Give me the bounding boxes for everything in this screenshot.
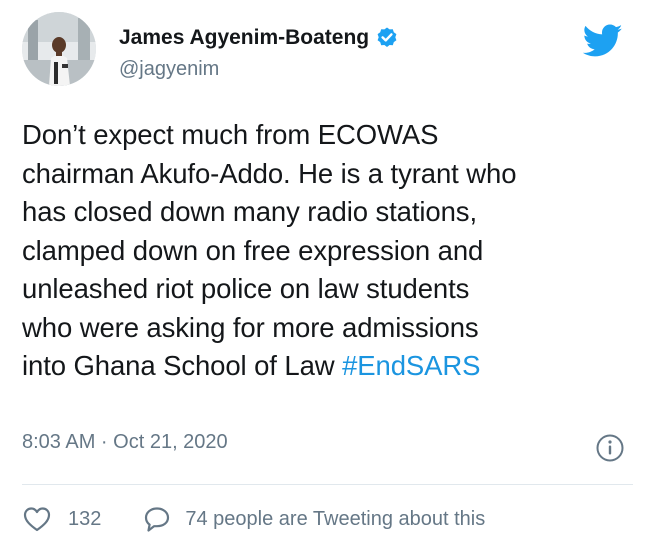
like-count[interactable]: 132 <box>68 508 101 531</box>
tweet-text-line: who were asking for more admissions <box>22 311 479 343</box>
author-handle[interactable]: @jagyenim <box>119 58 219 81</box>
tweet-text-last-line: into Ghana School of Law #EndSARS <box>22 347 632 386</box>
tweet-text-line: into Ghana School of Law <box>22 350 343 381</box>
tweet-text-line: chairman Akufo-Addo. He is a tyrant who <box>22 157 517 189</box>
tweet-text-line: clamped down on free expression and <box>22 234 484 266</box>
heart-icon[interactable] <box>22 505 52 533</box>
info-icon[interactable] <box>595 433 625 463</box>
tweet-card: James Agyenim-Boateng @jagyenim Don’t ex… <box>0 0 655 560</box>
author-name-row[interactable]: James Agyenim-Boateng <box>119 26 399 50</box>
tweet-text-line: unleashed riot police on law students <box>22 273 470 304</box>
divider <box>22 484 633 485</box>
tweet-text-line: has closed down many radio stations, <box>22 196 477 227</box>
avatar[interactable] <box>22 12 96 86</box>
action-bar: 132 74 people are Tweeting about this <box>22 504 485 534</box>
verified-badge-icon <box>377 27 397 47</box>
tweet-timestamp[interactable]: 8:03 AM · Oct 21, 2020 <box>22 431 228 454</box>
tweet-text-line: Don’t expect much from ECOWAS <box>22 119 439 150</box>
hashtag-link[interactable]: #EndSARS <box>342 350 480 381</box>
avatar-image <box>22 12 96 86</box>
conversation-link[interactable]: 74 people are Tweeting about this <box>185 508 485 531</box>
twitter-bird-icon[interactable] <box>583 24 623 58</box>
speech-bubble-icon[interactable] <box>143 505 171 533</box>
author-name[interactable]: James Agyenim-Boateng <box>119 26 369 50</box>
tweet-text: Don’t expect much from ECOWAS chairman A… <box>22 116 632 386</box>
